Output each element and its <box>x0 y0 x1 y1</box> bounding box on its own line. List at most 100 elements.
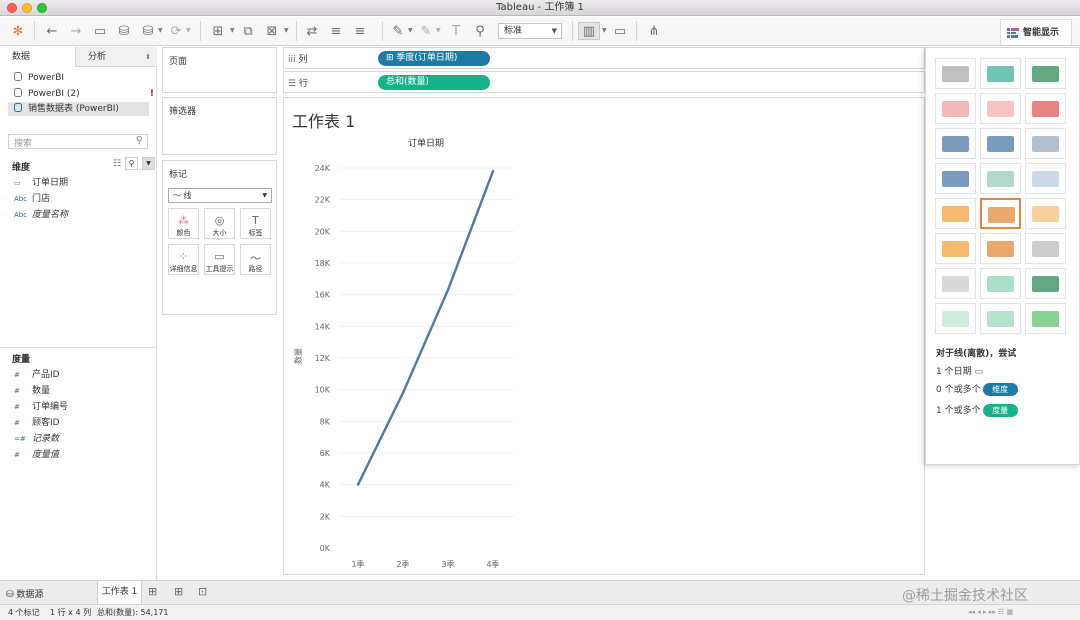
circle-views-icon[interactable] <box>980 163 1021 194</box>
scatter-plot-icon[interactable] <box>935 268 976 299</box>
detail-button[interactable]: ⁘ 详细信息 <box>168 244 199 275</box>
gantt-chart-icon[interactable] <box>935 303 976 334</box>
filters-card[interactable]: 筛选器 <box>162 97 277 155</box>
columns-pill[interactable]: ⊞ 季度(订单日期) <box>378 51 490 66</box>
field-store[interactable]: Abc 门店 <box>14 192 50 206</box>
pie-chart-icon[interactable] <box>1025 93 1066 124</box>
show-mark-labels-icon[interactable]: T <box>446 22 466 40</box>
sort-descending-icon[interactable]: ≡ <box>350 22 370 40</box>
duplicate-sheet-icon[interactable]: ⧉ <box>238 22 258 40</box>
save-icon[interactable]: ▭ <box>90 22 110 40</box>
tab-analysis[interactable]: 分析 ⬍ <box>76 47 157 67</box>
tooltip-button[interactable]: ▭ 工具提示 <box>204 244 235 275</box>
pages-card[interactable]: 页面 <box>162 47 277 93</box>
new-datasource-icon[interactable]: ⛁ <box>114 22 134 40</box>
histogram-icon[interactable] <box>980 268 1021 299</box>
columns-shelf[interactable]: iii 列 ⊞ 季度(订单日期) <box>283 47 925 69</box>
new-worksheet-icon[interactable]: ⊞ <box>148 585 157 598</box>
datasource-item[interactable]: PowerBI (2)! <box>14 87 154 101</box>
presentation-mode-icon[interactable]: ▭ <box>610 22 630 40</box>
field-product-id[interactable]: # 产品ID <box>14 368 60 382</box>
dimensions-menu-icon[interactable]: ▼ <box>142 157 155 170</box>
search-input[interactable]: 搜索 ⚲ <box>8 134 148 149</box>
side-by-side-circles-icon[interactable] <box>1025 163 1066 194</box>
swap-rows-columns-icon[interactable]: ⇄ <box>302 22 322 40</box>
bullet-graph-icon[interactable] <box>980 303 1021 334</box>
field-measure-values[interactable]: # 度量值 <box>14 448 59 462</box>
field-order-date[interactable]: ▭ 订单日期 <box>14 176 68 190</box>
label-button[interactable]: T 标签 <box>240 208 271 239</box>
new-worksheet-icon[interactable]: ⊞ <box>208 22 228 40</box>
show-cards-icon[interactable]: ▥ <box>578 22 600 40</box>
field-customer-id[interactable]: # 顾客ID <box>14 416 60 430</box>
new-story-icon[interactable]: ⊡ <box>198 585 207 598</box>
filled-map-icon[interactable] <box>980 93 1021 124</box>
tab-data[interactable]: 数据 <box>0 47 76 67</box>
fix-axes-icon[interactable]: ⚲ <box>470 22 490 40</box>
dual-lines-icon[interactable] <box>1025 198 1066 229</box>
area-continuous-icon[interactable] <box>935 233 976 264</box>
side-by-side-bars-icon[interactable] <box>1025 128 1066 159</box>
box-and-whisker-icon[interactable] <box>1025 268 1066 299</box>
share-icon[interactable]: ⋔ <box>644 22 664 40</box>
text-table-icon[interactable] <box>935 58 976 89</box>
treemap-icon[interactable] <box>935 163 976 194</box>
sort-ascending-icon[interactable]: ≡ <box>326 22 346 40</box>
fit-select[interactable]: 标准 ▼ <box>498 23 562 39</box>
refresh-icon[interactable]: ⟳ <box>166 22 186 40</box>
expand-icon: ⊞ <box>386 53 394 63</box>
line-chart[interactable]: 订单日期 0K 2K 4K 6K 8K 10K 12K 14K 16K 18K 20K 22K 24K 数量… <box>284 98 924 574</box>
smart-show-button[interactable]: 智能显示 <box>1000 19 1072 45</box>
pane-menu-icon: ⬍ <box>145 53 151 61</box>
find-field-icon[interactable]: ⚲ <box>125 157 138 170</box>
horizontal-bars-icon[interactable] <box>935 128 976 159</box>
packed-bubbles-icon[interactable] <box>1025 303 1066 334</box>
field-measure-names[interactable]: Abc 度量名称 <box>14 208 68 222</box>
minimize-window-button[interactable] <box>22 3 32 13</box>
color-button[interactable]: ⁂ 颜色 <box>168 208 199 239</box>
mark-type-select[interactable]: 〜 线 ▼ <box>168 188 272 203</box>
view-list-icon[interactable]: ☷ <box>113 159 121 169</box>
stacked-bars-icon[interactable] <box>980 128 1021 159</box>
datasource-item-selected[interactable]: 销售数据表 (PowerBI) <box>8 102 149 116</box>
undo-icon[interactable]: ← <box>42 22 62 40</box>
rows-shelf[interactable]: ☰ 行 总和(数量) <box>283 71 925 93</box>
rows-pill[interactable]: 总和(数量) <box>378 75 490 90</box>
redo-icon[interactable]: → <box>66 22 86 40</box>
tab-datasource[interactable]: ⛁ 数据源 <box>6 587 43 600</box>
smart-hint-measures: 1 个或多个 度量 <box>936 403 1018 417</box>
close-window-button[interactable] <box>7 3 17 13</box>
chevron-down-icon[interactable]: ▼ <box>186 27 191 34</box>
tableau-logo-icon[interactable]: ✻ <box>8 22 28 40</box>
tab-sheet-1[interactable]: 工作表 1 <box>97 581 142 604</box>
field-quantity[interactable]: # 数量 <box>14 384 50 398</box>
chevron-down-icon[interactable]: ▼ <box>602 27 607 34</box>
symbol-map-icon[interactable] <box>935 93 976 124</box>
field-order-number[interactable]: # 订单编号 <box>14 400 68 414</box>
lines-continuous-icon[interactable] <box>935 198 976 229</box>
path-button[interactable]: 〜路径 <box>240 244 271 275</box>
heat-map-icon[interactable] <box>980 58 1021 89</box>
clear-sheet-icon[interactable]: ⊠ <box>262 22 282 40</box>
chevron-down-icon[interactable]: ▼ <box>230 27 235 34</box>
data-point <box>491 169 495 173</box>
area-discrete-icon[interactable] <box>980 233 1021 264</box>
highlight-icon[interactable]: ✎ <box>388 22 408 40</box>
dual-combination-icon[interactable] <box>1025 233 1066 264</box>
chevron-down-icon[interactable]: ▼ <box>408 27 413 34</box>
lines-discrete-icon[interactable] <box>980 198 1021 229</box>
chevron-down-icon[interactable]: ▼ <box>158 27 163 34</box>
pause-updates-icon[interactable]: ⛁ <box>138 22 158 40</box>
chevron-down-icon[interactable]: ▼ <box>436 27 441 34</box>
chevron-down-icon[interactable]: ▼ <box>284 27 289 34</box>
measures-header: 度量 <box>12 355 31 365</box>
field-record-count[interactable]: =# 记录数 <box>14 432 59 446</box>
sheet-nav-icons[interactable]: ◂◂ ◂ ▸ ▸▸ ☷ ▦ <box>968 605 1013 620</box>
group-members-icon[interactable]: ✎ <box>416 22 436 40</box>
dimensions-header: 维度 <box>12 163 31 173</box>
zoom-window-button[interactable] <box>37 3 47 13</box>
datasource-item[interactable]: PowerBI <box>14 71 64 85</box>
new-dashboard-icon[interactable]: ⊞ <box>174 585 183 598</box>
size-button[interactable]: ◎ 大小 <box>204 208 235 239</box>
highlight-table-icon[interactable] <box>1025 58 1066 89</box>
